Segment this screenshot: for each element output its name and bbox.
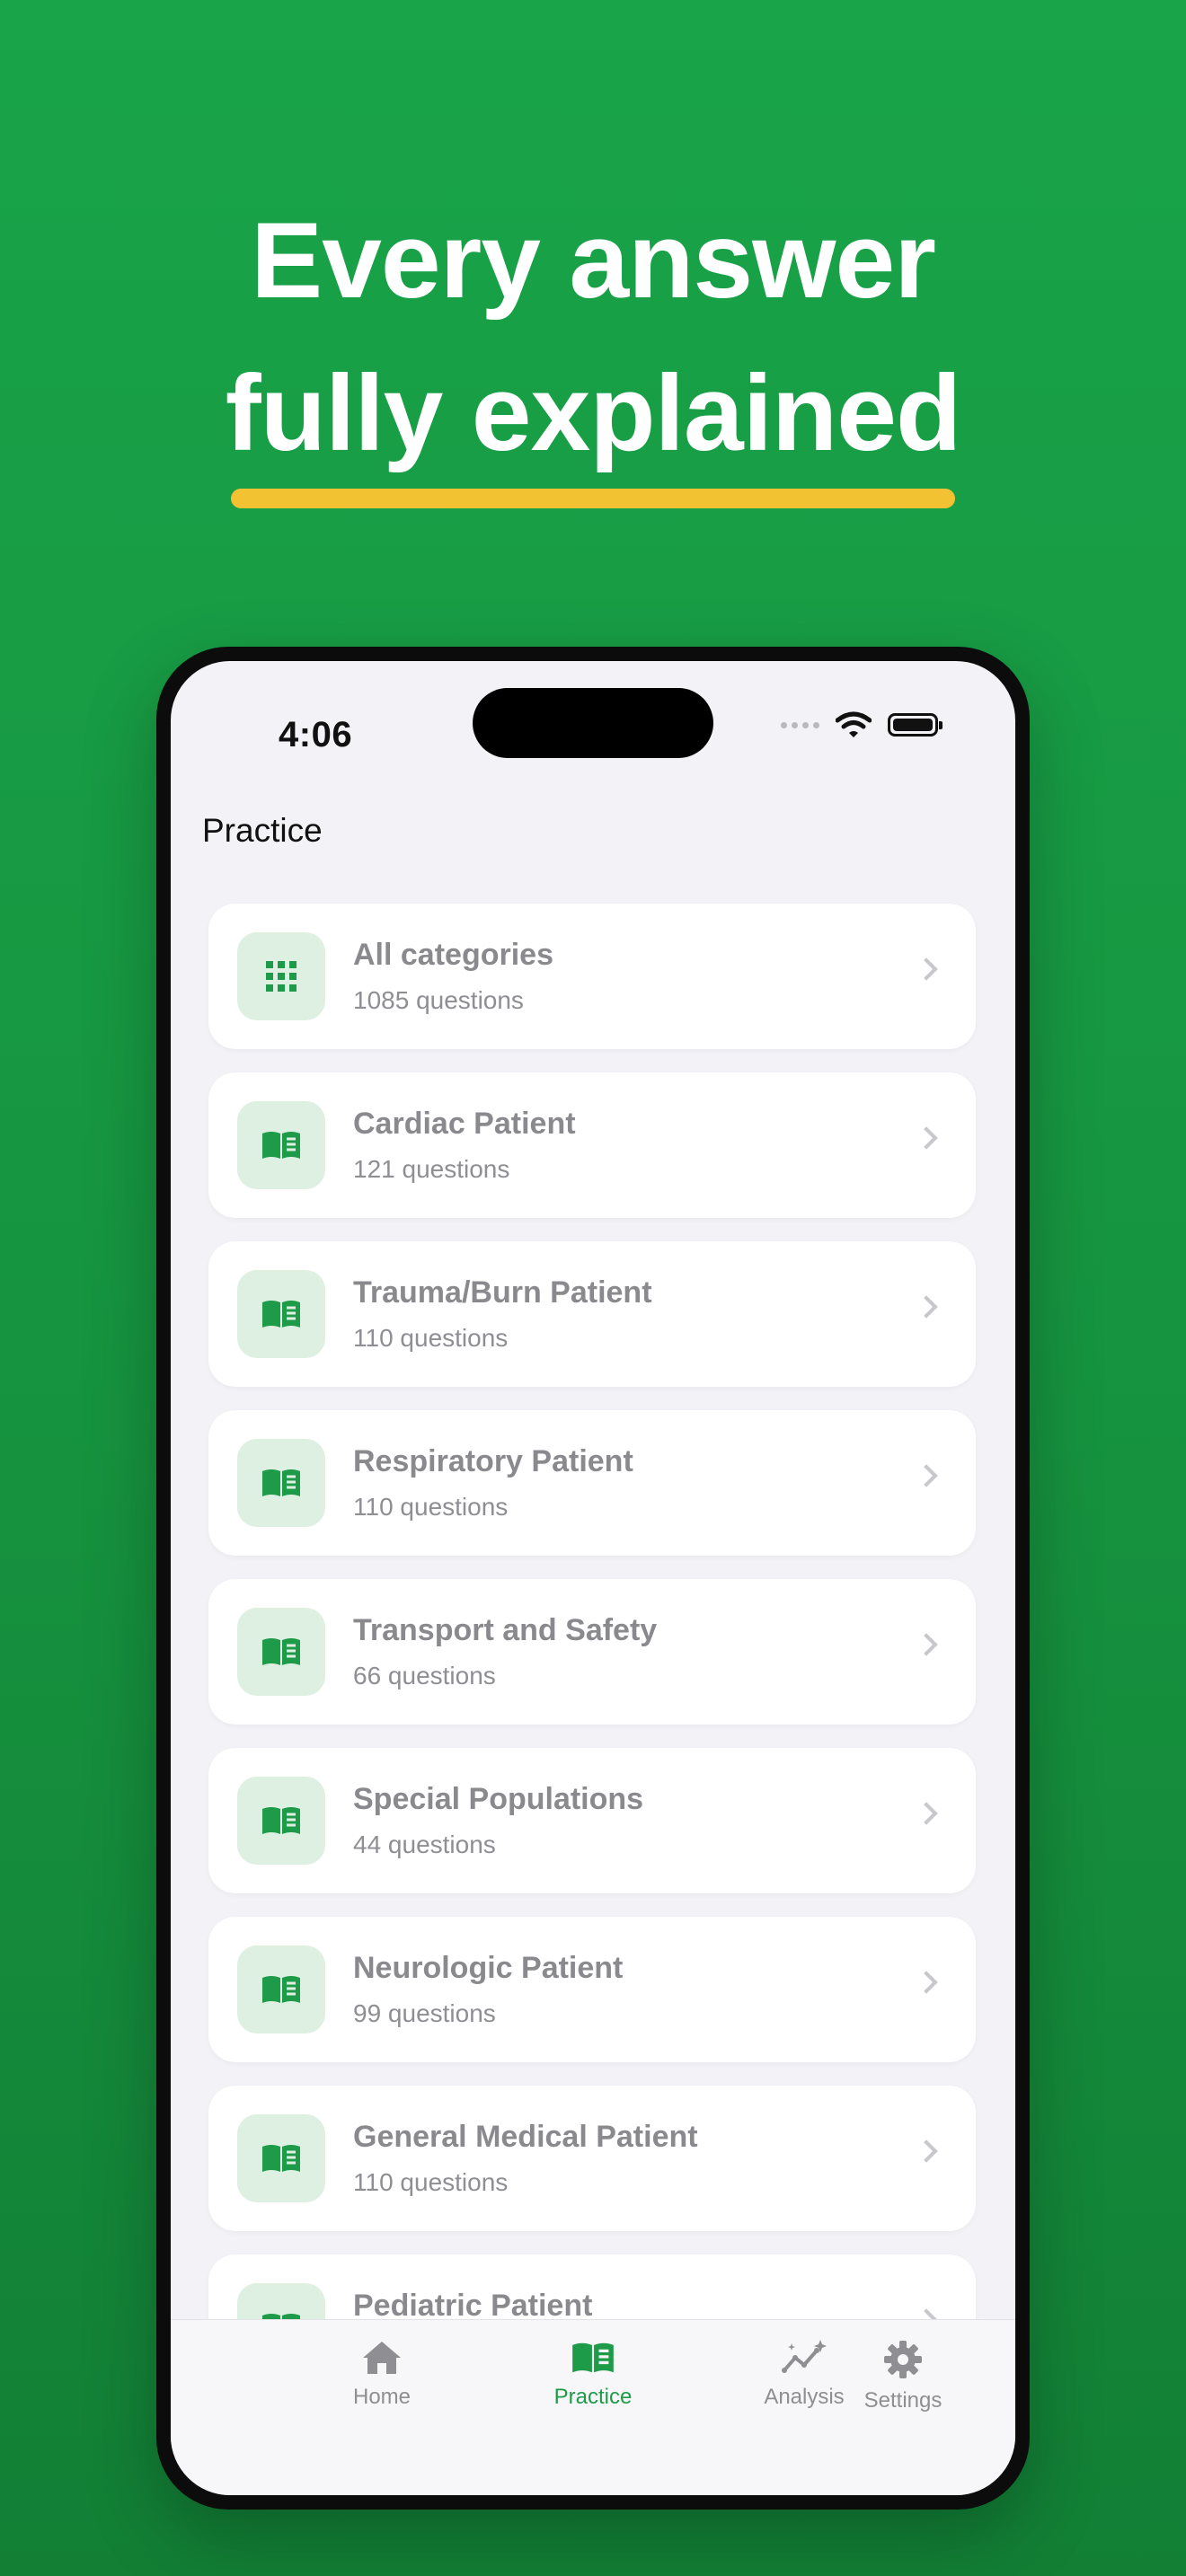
category-card[interactable]: Respiratory Patient 110 questions [208,1410,976,1556]
chevron-right-icon [915,1633,938,1656]
chevron-right-icon [915,1126,938,1150]
chevron-right-icon [915,1464,938,1487]
category-title: Respiratory Patient [353,1444,633,1478]
tab-settings[interactable]: Settings [831,2340,975,2413]
tab-bar: Home Practice Analysis Settings [171,2319,1015,2495]
chart-sparkle-icon [782,2340,827,2373]
chevron-right-icon [915,1295,938,1319]
category-question-count: 110 questions [353,1324,509,1352]
category-card[interactable]: Neurologic Patient 99 questions [208,1917,976,2062]
status-icons [781,711,943,738]
category-card[interactable]: General Medical Patient 110 questions [208,2086,976,2231]
status-time: 4:06 [279,715,353,754]
book-icon [237,2114,325,2202]
category-card[interactable]: Special Populations 44 questions [208,1748,976,1893]
tab-practice[interactable]: Practice [521,2340,665,2410]
chevron-right-icon [915,1802,938,1825]
book-icon [237,1439,325,1527]
category-question-count: 110 questions [353,1493,509,1521]
book-icon [237,1101,325,1189]
category-card[interactable]: Cardiac Patient 121 questions [208,1072,976,1218]
category-title: Cardiac Patient [353,1107,576,1141]
category-card-all[interactable]: All categories 1085 questions [208,904,976,1049]
category-title: General Medical Patient [353,2120,698,2154]
grid-icon [237,932,325,1020]
book-icon [237,1608,325,1696]
house-icon [363,2342,401,2374]
tab-home[interactable]: Home [310,2340,454,2410]
gear-icon [884,2341,922,2378]
category-title: Transport and Safety [353,1613,658,1647]
category-title: Neurologic Patient [353,1951,624,1985]
wifi-icon [836,711,872,737]
tab-label: Practice [553,2385,633,2409]
cellular-signal-icon [781,721,819,728]
battery-icon [888,713,943,737]
book-icon [237,1777,325,1865]
category-question-count: 121 questions [353,1155,510,1183]
dynamic-island [473,688,713,758]
headline-underline [231,489,955,508]
category-question-count: 110 questions [353,2168,509,2196]
phone-frame: 4:06 Practice All categories 1085 questi… [156,647,1030,2510]
category-card[interactable]: Trauma/Burn Patient 110 questions [208,1241,976,1387]
marketing-headline: Every answer fully explained [0,184,1186,490]
category-question-count: 44 questions [353,1831,496,1858]
category-title: Special Populations [353,1782,644,1816]
headline-line-2: fully explained [225,353,962,473]
category-title: All categories [353,938,553,972]
headline-line-1: Every answer [251,200,936,321]
tab-label: Settings [863,2388,943,2413]
tab-label: Home [352,2385,412,2409]
category-question-count: 99 questions [353,1999,496,2027]
category-question-count: 1085 questions [353,986,524,1014]
chevron-right-icon [915,957,938,981]
category-card[interactable]: Transport and Safety 66 questions [208,1579,976,1725]
book-icon [237,1270,325,1358]
category-list[interactable]: All categories 1085 questions Cardiac Pa… [208,904,976,2423]
chevron-right-icon [915,2139,938,2163]
book-icon [572,2342,614,2373]
phone-screen: 4:06 Practice All categories 1085 questi… [171,661,1015,2495]
page-title: Practice [202,812,323,849]
chevron-right-icon [915,1971,938,1994]
category-title: Trauma/Burn Patient [353,1275,652,1310]
book-icon [237,1945,325,2033]
category-question-count: 66 questions [353,1662,496,1689]
